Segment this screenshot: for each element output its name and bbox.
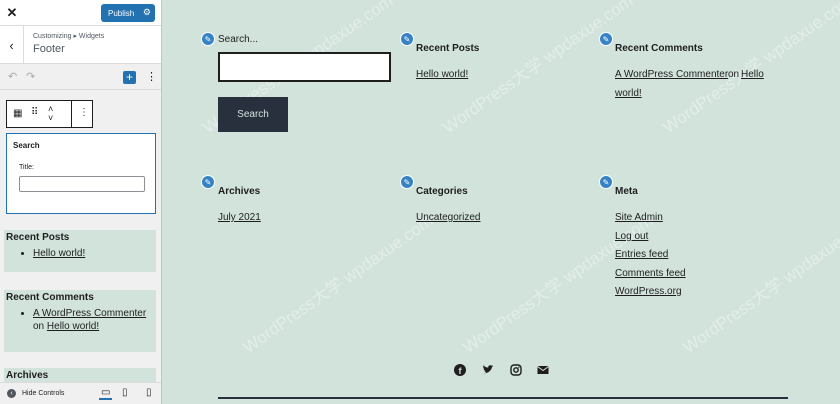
recent-comments-title: Recent Comments [615,43,703,54]
title-label: Title: [19,164,34,171]
twitter-icon[interactable] [482,364,494,379]
drag-handle-icon[interactable]: ⠿ [31,107,38,118]
more-options-icon[interactable]: ⋮ [146,70,157,83]
facebook-icon[interactable]: f [454,364,466,379]
customizer-panel: ✕ Publish ⚙ ‹ Customizing ▸ Widgets Foot… [0,0,162,404]
archive-link[interactable]: July 2021 [218,212,261,223]
watermark: WordPress大学 wpdaxue.com [459,211,657,358]
footer-divider [218,397,788,399]
search-widget-block[interactable]: Search Title: [6,133,156,214]
recent-post-link[interactable]: Hello world! [416,69,468,80]
desktop-preview-icon[interactable]: ▭ [99,387,113,400]
categories-title: Categories [416,186,468,197]
meta-link-entries-feed[interactable]: Entries feed [615,249,668,260]
publish-button[interactable]: Publish ⚙ [101,4,155,22]
email-icon[interactable] [537,364,549,379]
title-input[interactable] [19,176,145,192]
redo-icon[interactable]: ↷ [26,70,35,83]
search-title: Search... [218,34,259,45]
meta-link-log-out[interactable]: Log out [615,231,648,242]
edit-recent-comments-icon[interactable]: ✎ [599,32,613,46]
comment-author-link[interactable]: A WordPress Commenter [615,69,728,80]
meta-link-comments-feed[interactable]: Comments feed [615,268,686,279]
breadcrumb: Customizing ▸ Widgets [33,33,105,40]
block-toolbar: ▦ ⠿ ˄ ˅ ⋮ [6,100,93,128]
recent-posts-block[interactable]: Recent Posts Hello world! [4,230,156,272]
search-input[interactable] [218,52,391,82]
back-chevron-icon[interactable]: ‹ [0,26,24,64]
meta-link-site-admin[interactable]: Site Admin [615,212,663,223]
editor-toolbar: ↶ ↷ + ⋮ [0,64,161,90]
comment-on-text: on [728,69,740,80]
block-type-icon[interactable]: ▦ [13,108,22,119]
toolbar-divider [71,101,72,127]
mobile-preview-icon[interactable]: ▯ [146,387,152,398]
tablet-preview-icon[interactable]: ▯ [122,387,128,398]
gear-icon[interactable]: ⚙ [143,7,151,18]
comment-post-link-cont[interactable]: world! [615,88,642,99]
customizer-footer: ‹ Hide Controls ▭ ▯ ▯ [0,382,161,404]
section-header: ‹ Customizing ▸ Widgets Footer [0,26,161,64]
hide-controls-button[interactable]: Hide Controls [22,390,64,397]
site-preview: WordPress大学 wpdaxue.com WordPress大学 wpda… [163,0,840,404]
comment-author-link[interactable]: A WordPress Commenter [33,308,146,319]
edit-meta-icon[interactable]: ✎ [599,175,613,189]
comment-on-text: on [33,321,45,332]
archives-heading: Archives [6,370,49,381]
close-icon[interactable]: ✕ [0,0,24,26]
meta-title: Meta [615,186,638,197]
watermark: WordPress大学 wpdaxue.com [679,211,840,358]
meta-link-wordpress-org[interactable]: WordPress.org [615,286,682,297]
customizer-header: ✕ Publish ⚙ [0,0,161,26]
search-button[interactable]: Search [218,97,288,132]
comment-post-link[interactable]: Hello world! [47,321,99,332]
recent-comments-heading: Recent Comments [6,292,94,303]
recent-post-link[interactable]: Hello world! [33,248,85,259]
watermark: WordPress大学 wpdaxue.com [239,211,437,358]
recent-posts-heading: Recent Posts [6,232,70,243]
block-options-icon[interactable]: ⋮ [79,107,89,118]
add-block-button[interactable]: + [123,71,136,84]
comment-post-link[interactable]: Hello [741,69,764,80]
move-up-down-icon[interactable]: ˄ ˅ [48,105,53,123]
category-link[interactable]: Uncategorized [416,212,480,223]
search-block-label: Search [13,141,40,150]
archives-title: Archives [218,186,261,197]
edit-recent-posts-icon[interactable]: ✎ [400,32,414,46]
section-title: Footer [33,43,65,55]
instagram-icon[interactable] [510,364,522,379]
recent-posts-title: Recent Posts [416,43,480,54]
edit-search-widget-icon[interactable]: ✎ [201,32,215,46]
edit-archives-icon[interactable]: ✎ [201,175,215,189]
undo-icon[interactable]: ↶ [8,70,17,83]
edit-categories-icon[interactable]: ✎ [400,175,414,189]
hide-controls-icon[interactable]: ‹ [7,389,16,398]
recent-comments-block[interactable]: Recent Comments A WordPress Commenter on… [4,290,156,352]
publish-label: Publish [108,8,135,18]
